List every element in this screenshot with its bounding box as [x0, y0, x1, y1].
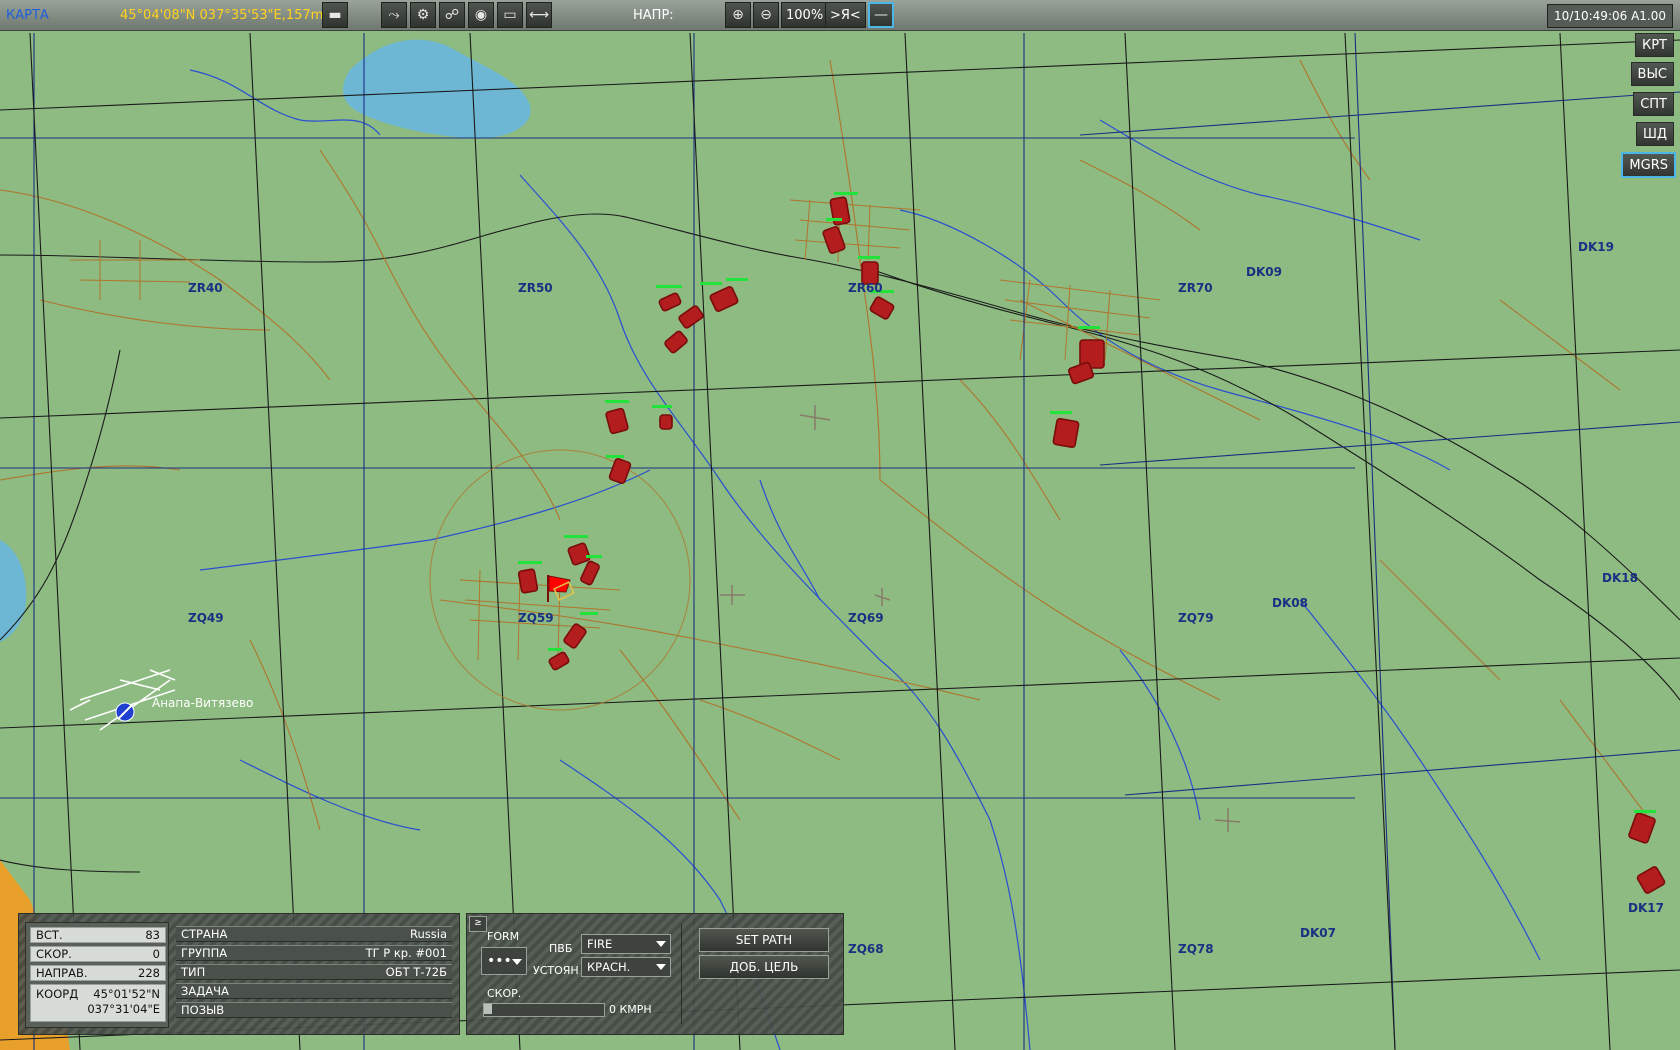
heading-label: НАПР: — [633, 7, 674, 23]
line-tool-icon[interactable]: — — [868, 2, 894, 28]
map-mode-label[interactable]: КАРТА — [6, 2, 49, 28]
alarm-state-label: УСТОЯН — [533, 964, 579, 977]
grid-label-dk19: DK19 — [1578, 240, 1614, 254]
measure-tool-icon[interactable]: ⟷ — [526, 2, 552, 28]
grid-label-zr70: ZR70 — [1178, 281, 1213, 295]
tactical-map[interactable]: ZR40 ZR50 ZR60 ZR70 DK09 DK19 DK18 DK08 ZQ49 ZQ59… — [0, 0, 1680, 1050]
grid-label-zr50: ZR50 — [518, 281, 553, 295]
formation-select[interactable]: ••• — [481, 947, 527, 975]
zoom-in-icon[interactable]: ⊕ — [725, 2, 751, 28]
grid-label-zq69: ZQ69 — [848, 611, 884, 625]
alarm-state-select[interactable]: КРАСН. — [581, 957, 671, 977]
speed-slider-thumb[interactable] — [484, 1004, 492, 1014]
grid-label-zq59: ZQ59 — [518, 611, 554, 625]
orders-panel: ≥ FORM ••• ПВБ FIRE УСТОЯН КРАСН. СКОР. … — [466, 913, 844, 1035]
route-tool-icon[interactable]: ⤳ — [381, 2, 407, 28]
grid-label-dk18: DK18 — [1602, 571, 1638, 585]
zoom-level[interactable]: 100% — [781, 2, 829, 28]
unit-info-panel: ВСТ. 83 СКОР. 0 НАПРАВ. 228 КООРД 45°01'52"… — [18, 913, 460, 1035]
grid-label-dk07: DK07 — [1300, 926, 1336, 940]
roe-select[interactable]: FIRE — [581, 934, 671, 954]
grid-label-dk08: DK08 — [1272, 596, 1308, 610]
speed-value: 0 КМРН — [609, 1003, 652, 1016]
link-tool-icon[interactable]: ☍ — [439, 2, 465, 28]
set-path-button[interactable]: SET PATH — [699, 928, 829, 952]
cursor-coordinates: 45°04'08"N 037°35'53"E,157m — [120, 7, 324, 23]
mission-clock: 10/10:49:06 A1.00 — [1547, 4, 1673, 28]
collapse-panel-icon[interactable]: ≥ — [469, 916, 487, 932]
grid-label-zr60: ZR60 — [848, 281, 883, 295]
grid-label-zq68: ZQ68 — [848, 942, 884, 956]
stat-altitude: ВСТ. 83 — [30, 927, 166, 943]
gear-tool-icon[interactable]: ⚙ — [410, 2, 436, 28]
add-target-button[interactable]: ДОБ. ЦЕЛЬ — [699, 955, 829, 979]
info-country: СТРАНА Russia — [176, 926, 452, 942]
speed-slider[interactable] — [483, 1003, 605, 1017]
center-on-self-button[interactable]: >Я< — [825, 2, 866, 28]
airfield-label: Анапа-Витязево — [152, 696, 253, 710]
stat-speed: СКОР. 0 — [30, 946, 166, 962]
map-mode-shd-button[interactable]: ШД — [1635, 122, 1674, 146]
grid-label-zq79: ZQ79 — [1178, 611, 1214, 625]
info-task: ЗАДАЧА — [176, 983, 452, 999]
zoom-out-icon[interactable]: ⊖ — [753, 2, 779, 28]
info-type: ТИП ОБТ Т-72Б — [176, 964, 452, 980]
info-group: ГРУППА ТГ Р кр. #001 — [176, 945, 452, 961]
map-mode-mgrs-button[interactable]: MGRS — [1621, 152, 1676, 178]
grid-label-zq78: ZQ78 — [1178, 942, 1214, 956]
map-mode-vys-button[interactable]: ВЫС — [1630, 62, 1674, 86]
formation-label: FORM — [487, 930, 520, 943]
grid-label-zq49: ZQ49 — [188, 611, 224, 625]
info-callsign: ПОЗЫВ — [176, 1002, 452, 1018]
stat-coordinates: КООРД 45°01'52"N 037°31'04"E — [30, 984, 166, 1022]
map-mode-spt-button[interactable]: СПТ — [1633, 92, 1674, 116]
stat-heading: НАПРАВ. 228 — [30, 965, 166, 981]
message-tool-icon[interactable]: ▭ — [497, 2, 523, 28]
unit-stats-box: ВСТ. 83 СКОР. 0 НАПРАВ. 228 КООРД 45°01'52"… — [25, 922, 169, 1028]
map-mode-krt-button[interactable]: КРТ — [1634, 33, 1674, 57]
top-toolbar: КАРТА 45°04'08"N 037°35'53"E,157m ▬ ⤳ ⚙ … — [0, 0, 1680, 31]
roe-label: ПВБ — [549, 942, 573, 955]
target-tool-icon[interactable]: ◉ — [468, 2, 494, 28]
grid-label-zr40: ZR40 — [188, 281, 223, 295]
grid-label-dk09: DK09 — [1246, 265, 1282, 279]
vehicle-icon[interactable]: ▬ — [322, 2, 348, 28]
grid-label-dk17: DK17 — [1628, 901, 1664, 915]
speed-label: СКОР. — [487, 987, 522, 1000]
